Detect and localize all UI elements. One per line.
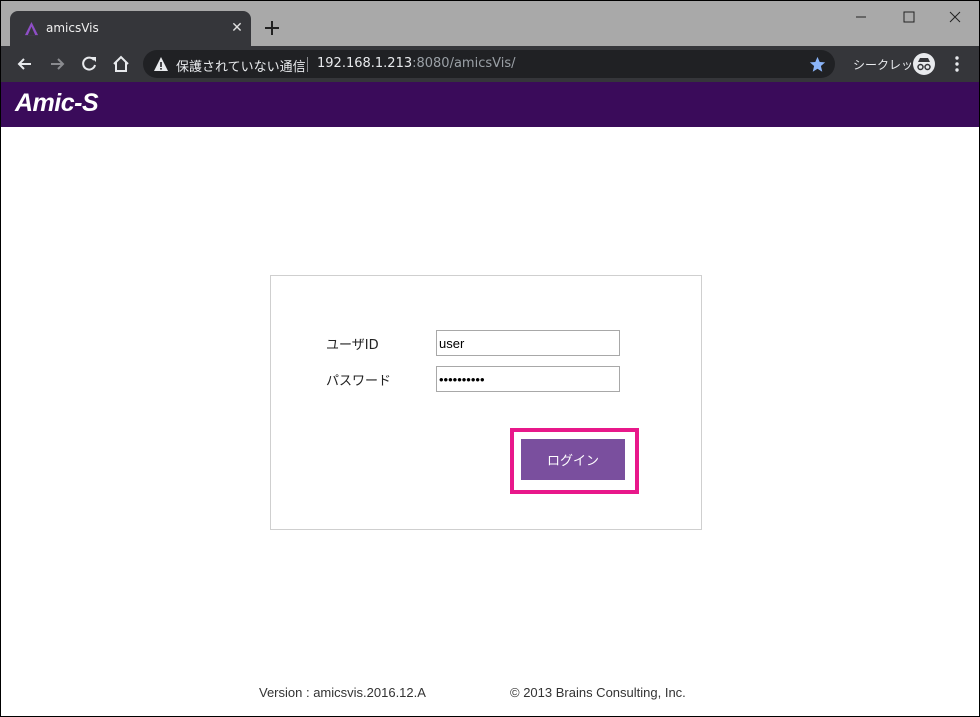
star-icon[interactable] bbox=[809, 56, 826, 73]
minimize-icon[interactable] bbox=[847, 7, 875, 27]
url-text[interactable]: 192.168.1.213:8080/amicsVis/ bbox=[317, 56, 516, 71]
forward-arrow-icon[interactable] bbox=[47, 54, 67, 74]
home-icon[interactable] bbox=[111, 54, 131, 74]
kebab-menu-icon[interactable] bbox=[949, 54, 965, 74]
user-id-label: ユーザID bbox=[326, 338, 379, 353]
browser-toolbar: 保護されていない通信 192.168.1.213:8080/amicsVis/ … bbox=[1, 46, 979, 82]
app-logo: Amic-S bbox=[15, 89, 99, 117]
warning-triangle-icon[interactable] bbox=[153, 56, 169, 72]
login-button[interactable]: ログイン bbox=[521, 439, 625, 480]
maximize-icon[interactable] bbox=[895, 7, 923, 27]
url-host: 192.168.1.213 bbox=[317, 56, 413, 71]
security-status-label[interactable]: 保護されていない通信 bbox=[176, 56, 306, 75]
incognito-icon[interactable] bbox=[913, 53, 935, 75]
url-path: :8080/amicsVis/ bbox=[412, 56, 516, 71]
amics-favicon-icon bbox=[24, 21, 39, 36]
password-label: パスワード bbox=[326, 374, 392, 389]
back-arrow-icon[interactable] bbox=[15, 54, 35, 74]
app-header: Amic-S bbox=[1, 82, 979, 127]
browser-window: amicsVis ✕ 保護されていない通信 192.168.1.213:8080… bbox=[1, 1, 979, 716]
password-input[interactable] bbox=[436, 366, 620, 392]
tab-close-icon[interactable]: ✕ bbox=[229, 20, 245, 36]
version-text: Version : amicsvis.2016.12.A bbox=[259, 685, 426, 700]
address-bar[interactable]: 保護されていない通信 192.168.1.213:8080/amicsVis/ bbox=[143, 50, 835, 78]
close-icon[interactable] bbox=[941, 7, 969, 27]
tab-amicsvis[interactable]: amicsVis ✕ bbox=[10, 11, 251, 46]
plus-icon[interactable] bbox=[261, 17, 283, 39]
tab-strip: amicsVis ✕ bbox=[1, 1, 979, 46]
copyright-text: © 2013 Brains Consulting, Inc. bbox=[510, 685, 686, 700]
tab-title: amicsVis bbox=[46, 21, 99, 35]
login-form: ユーザID パスワード ログイン bbox=[270, 275, 702, 530]
user-id-input[interactable] bbox=[436, 330, 620, 356]
omnibox-divider bbox=[307, 57, 308, 72]
reload-icon[interactable] bbox=[79, 54, 99, 74]
